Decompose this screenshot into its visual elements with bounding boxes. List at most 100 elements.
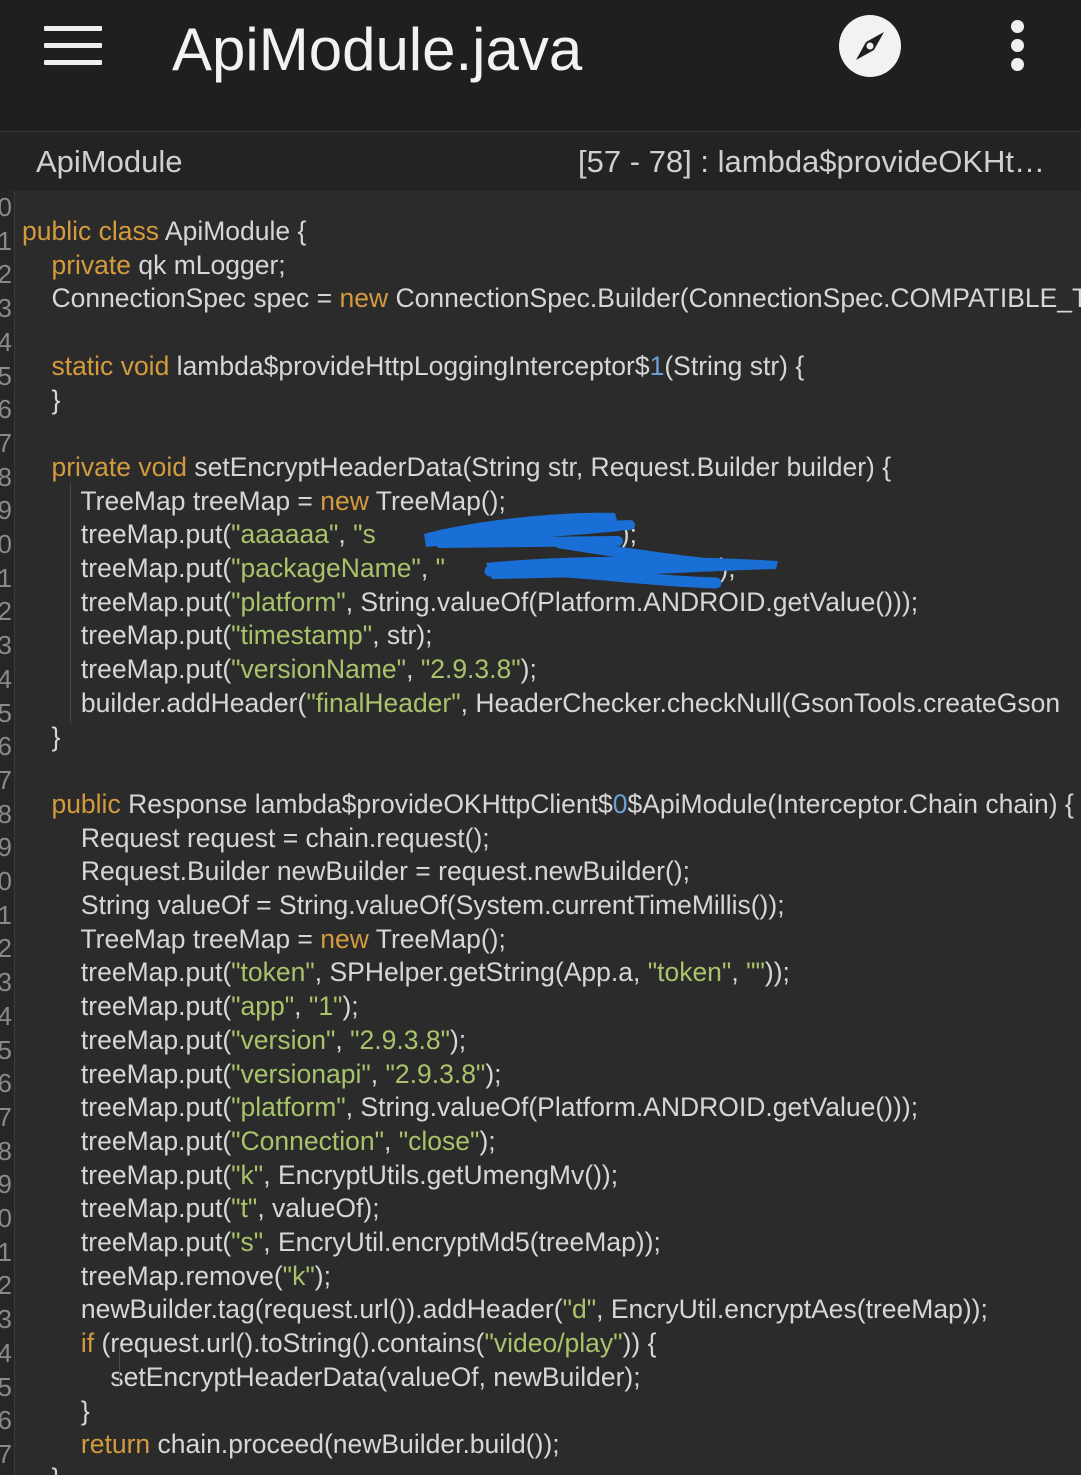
- code-token: , valueOf);: [257, 1193, 380, 1224]
- code-token: );: [342, 991, 359, 1022]
- line-number: 4: [0, 662, 12, 696]
- line-number-gutter: 01234567890123456789012345678901234567: [0, 191, 15, 1475]
- code-token: Request.Builder newBuilder = request.new…: [22, 856, 690, 887]
- string-token: "s ": [353, 519, 621, 550]
- string-token: "2.9.3.8": [350, 1024, 450, 1055]
- keyword-token: void: [138, 451, 187, 482]
- code-line: treeMap.put("versionapi", "2.9.3.8");: [22, 1057, 502, 1091]
- code-line: treeMap.put("token", SPHelper.getString(…: [22, 955, 790, 989]
- code-token: treeMap.put(: [22, 1024, 232, 1055]
- line-number: 0: [0, 527, 12, 561]
- code-line: ConnectionSpec spec = new ConnectionSpec…: [22, 281, 1081, 315]
- code-token: , EncryptUtils.getUmengMv());: [263, 1159, 619, 1190]
- code-viewer-app: ApiModule.java ApiModule [57 - 78] : lam…: [0, 0, 1081, 1475]
- string-token: " ": [435, 553, 720, 583]
- line-number: 2: [0, 931, 12, 965]
- line-number: 1: [0, 1235, 12, 1269]
- code-token: }: [22, 721, 61, 752]
- string-token: "packageName": [231, 553, 421, 583]
- string-token: "2.9.3.8": [420, 654, 521, 685]
- line-number: 6: [0, 729, 12, 763]
- line-number: 4: [0, 1336, 12, 1370]
- code-token: String valueOf = String.valueOf(System.c…: [22, 890, 785, 920]
- code-token: chain.proceed(newBuilder.build());: [150, 1429, 560, 1460]
- code-line: TreeMap treeMap = new TreeMap();: [22, 922, 505, 956]
- navigation-bar: ApiModule [57 - 78] : lambda$provideOKHt…: [0, 132, 1081, 191]
- code-line: treeMap.put("Connection", "close");: [22, 1124, 496, 1158]
- line-number: 3: [0, 291, 12, 325]
- code-token: TreeMap treeMap =: [22, 485, 321, 516]
- code-token: treeMap.put(: [22, 553, 232, 583]
- string-token: "s": [231, 1227, 264, 1257]
- code-line: treeMap.put("platform", String.valueOf(P…: [22, 1090, 918, 1124]
- code-token: ,: [384, 1125, 399, 1156]
- method-selector[interactable]: [57 - 78] : lambda$provideOKHt…: [578, 144, 1045, 180]
- code-line: treeMap.put("s", EncryUtil.encryptMd5(tr…: [22, 1225, 661, 1259]
- code-line: builder.addHeader("finalHeader", HeaderC…: [22, 686, 1060, 720]
- code-line: setEncryptHeaderData(valueOf, newBuilder…: [22, 1360, 641, 1394]
- keyword-token: private: [51, 451, 131, 482]
- code-line: treeMap.put("versionName", "2.9.3.8");: [22, 652, 537, 686]
- line-number: 9: [0, 493, 12, 527]
- line-number: 8: [0, 460, 12, 494]
- more-vertical-icon[interactable]: [1002, 18, 1034, 74]
- code-line: public Response lambda$provideOKHttpClie…: [22, 787, 1073, 821]
- code-token: builder.addHeader(: [22, 687, 307, 718]
- code-token: )) {: [622, 1328, 657, 1359]
- code-token: );: [314, 1260, 331, 1291]
- code-line: treeMap.put("aaaaaa", "s ");: [22, 517, 637, 551]
- string-token: "versionapi": [231, 1058, 371, 1089]
- code-token: setEncryptHeaderData(valueOf, newBuilder…: [22, 1361, 641, 1392]
- code-line: public class ApiModule {: [22, 214, 306, 248]
- line-number: 2: [0, 1268, 12, 1302]
- string-token: "Connection": [231, 1125, 385, 1156]
- code-token: treeMap.put(: [22, 1092, 232, 1123]
- line-number: 6: [0, 1066, 12, 1100]
- string-token: "timestamp": [231, 620, 373, 651]
- code-token: Response lambda$provideOKHttpClient$: [120, 788, 613, 819]
- code-token: ,: [370, 1058, 386, 1089]
- code-token: , EncryUtil.encryptMd5(treeMap));: [263, 1227, 661, 1257]
- hamburger-menu-icon[interactable]: [44, 26, 104, 68]
- line-number: 2: [0, 594, 12, 628]
- code-token: );: [449, 1024, 467, 1055]
- line-number: 0: [0, 1201, 12, 1235]
- compass-icon[interactable]: [838, 14, 902, 78]
- string-token: "token": [231, 957, 315, 988]
- code-token: treeMap.put(: [22, 1058, 232, 1089]
- code-token: TreeMap treeMap =: [22, 923, 321, 954]
- line-number: 3: [0, 628, 12, 662]
- number-token: 0: [612, 788, 628, 819]
- line-number: 6: [0, 1403, 12, 1437]
- code-line: if (request.url().toString().contains("v…: [22, 1326, 657, 1360]
- code-token: , HeaderChecker.checkNull(GsonTools.crea…: [460, 687, 1061, 718]
- string-token: "finalHeader": [306, 687, 461, 718]
- code-token: , str);: [372, 620, 433, 651]
- code-line: static void lambda$provideHttpLoggingInt…: [22, 349, 804, 383]
- string-token: "1": [308, 991, 343, 1022]
- string-token: "2.9.3.8": [385, 1058, 486, 1089]
- code-line: newBuilder.tag(request.url()).addHeader(…: [22, 1292, 988, 1326]
- string-token: "app": [231, 991, 295, 1022]
- code-line: }: [22, 1461, 60, 1475]
- code-token: }: [22, 384, 61, 415]
- keyword-token: new: [339, 283, 389, 314]
- code-token: treeMap.put(: [22, 620, 232, 651]
- class-selector[interactable]: ApiModule: [36, 144, 182, 180]
- code-token: ApiModule {: [159, 216, 307, 246]
- string-token: "": [746, 957, 765, 988]
- code-token: TreeMap();: [368, 485, 506, 516]
- code-token: , SPHelper.getString(App.a,: [314, 957, 648, 988]
- code-token: treeMap.put(: [22, 957, 232, 988]
- code-line: Request request = chain.request();: [22, 821, 490, 855]
- code-token: (request.url().toString().contains(: [94, 1328, 485, 1359]
- indent-guide: [119, 1349, 120, 1385]
- code-editor[interactable]: 01234567890123456789012345678901234567 p…: [0, 191, 1081, 1475]
- code-token: treeMap.put(: [22, 1125, 232, 1156]
- line-number: 9: [0, 830, 12, 864]
- line-number: 5: [0, 1033, 12, 1067]
